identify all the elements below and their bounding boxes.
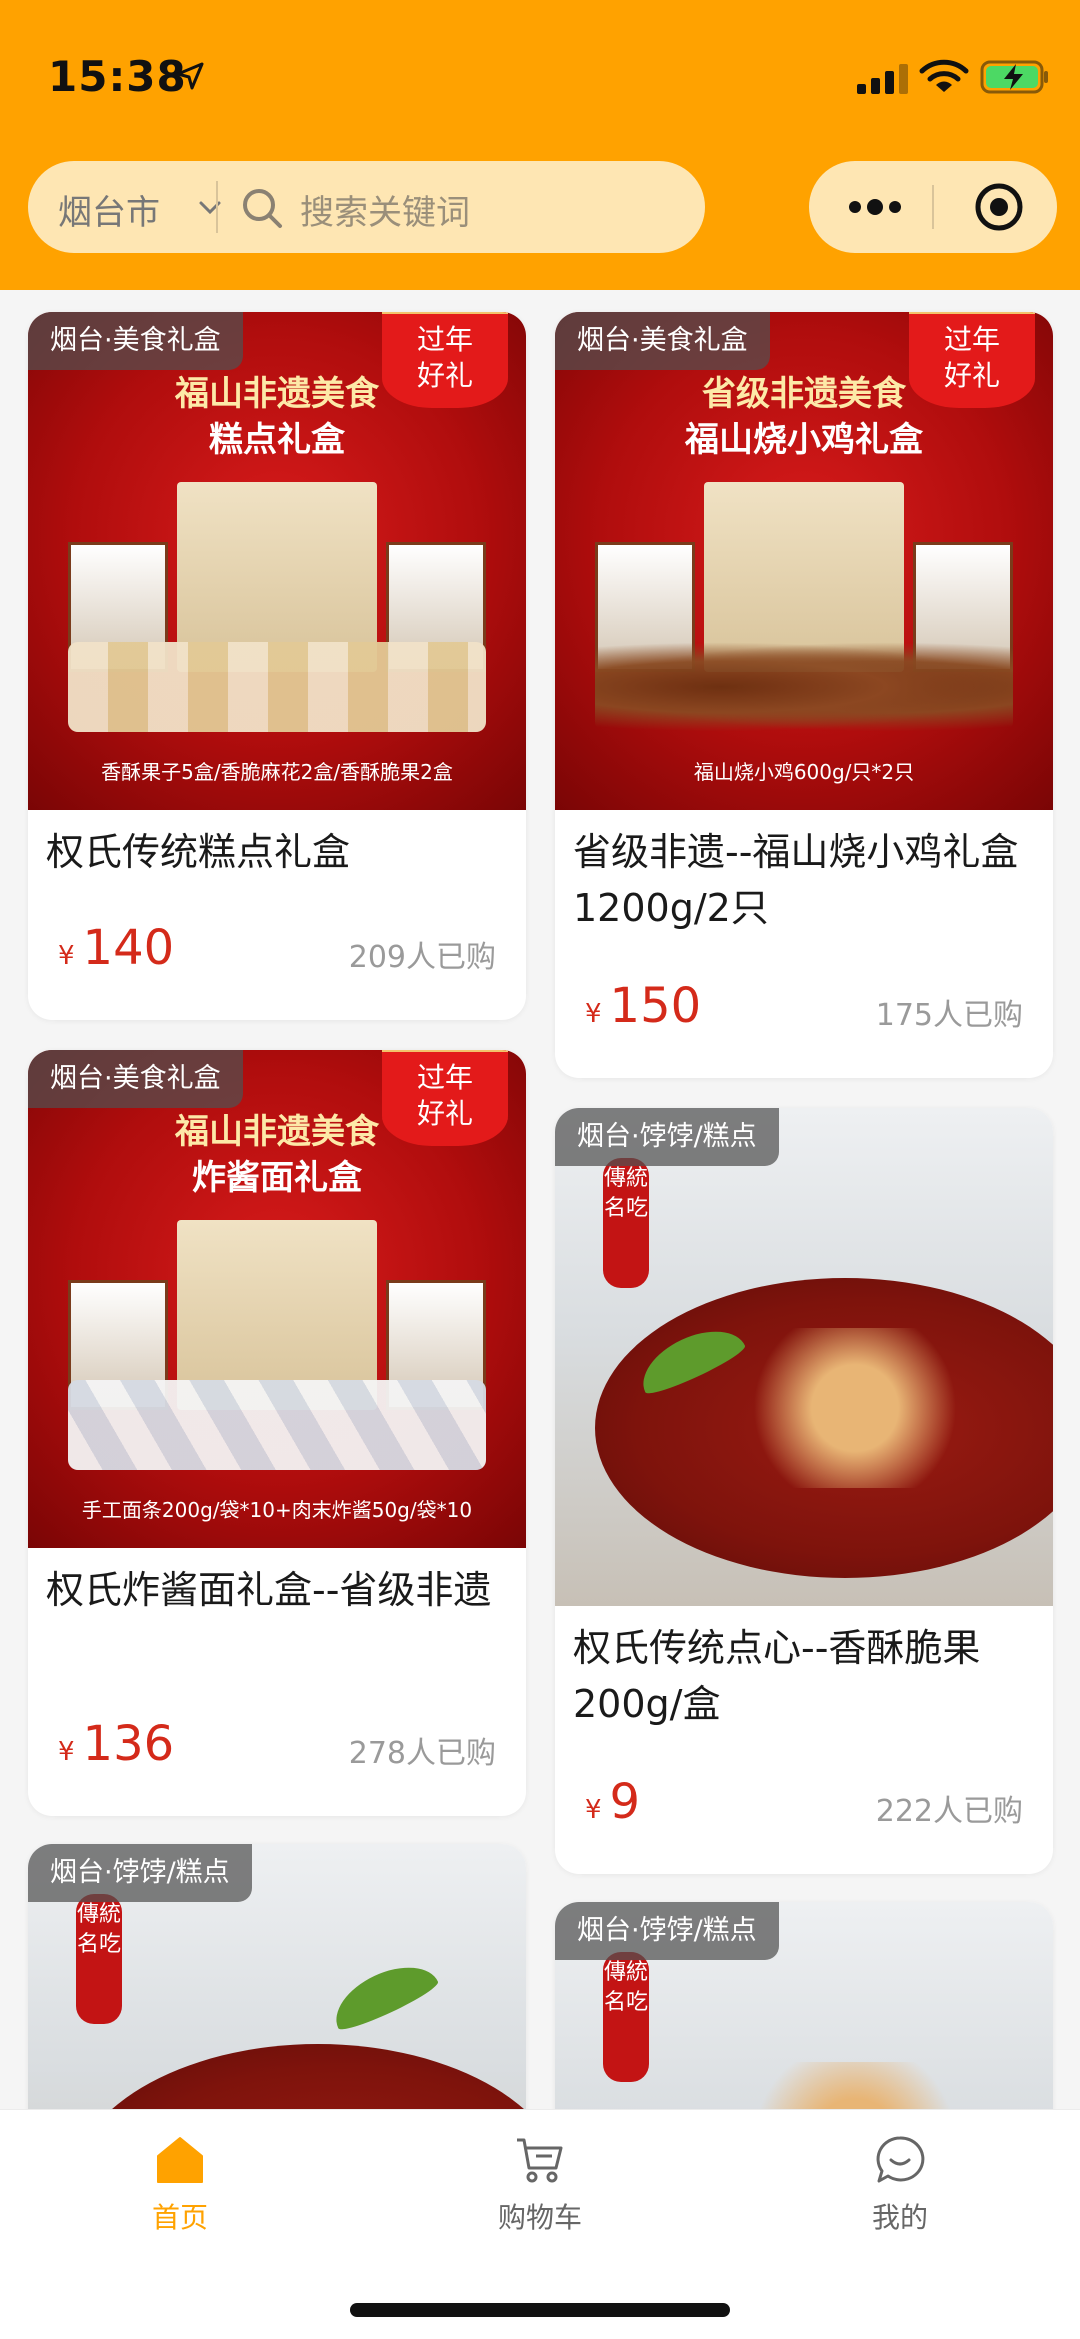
product-title[interactable]: 权氏传统糕点礼盒	[46, 824, 508, 880]
price-value: 9	[609, 1774, 641, 1830]
miniprogram-capsule	[809, 161, 1057, 253]
image-caption: 手工面条200g/袋*10+肉末炸酱50g/袋*10	[81, 1498, 473, 1522]
currency-symbol: ¥	[585, 999, 602, 1029]
home-indicator[interactable]	[350, 2303, 730, 2317]
category-tag: 烟台·饽饽/糕点	[28, 1844, 252, 1902]
app-page: 15:38 烟台市 搜索关键词 过年 好礼 福山非遗美食 糕点礼盒 香酥果子5盒…	[0, 0, 1080, 2339]
search-icon	[243, 189, 282, 228]
header: 15:38 烟台市 搜索关键词	[0, 0, 1080, 290]
sold-count: 222人已购	[875, 1794, 1023, 1829]
image-banner-line2: 福山烧小鸡礼盒	[685, 420, 923, 460]
image-banner-line1: 福山非遗美食	[175, 1112, 379, 1152]
noodle-packs-image	[68, 1380, 486, 1470]
category-tag: 烟台·美食礼盒	[555, 312, 770, 370]
product-card[interactable]: 傳統名吃 烟台·饽饽/糕点 权氏传统点心--香酥脆果200g/盒 ¥9 222人…	[555, 1108, 1053, 1874]
currency-symbol: ¥	[58, 941, 75, 971]
capsule-divider	[932, 185, 934, 229]
product-card[interactable]: 过年 好礼 福山非遗美食 糕点礼盒 香酥果子5盒/香脆麻花2盒/香酥脆果2盒 烟…	[28, 312, 526, 1020]
signal-icon	[857, 64, 908, 94]
status-bar: 15:38	[0, 0, 1080, 150]
pastry-image	[735, 1328, 975, 1488]
seal-stamp: 傳統名吃	[603, 1158, 649, 1288]
price: ¥136	[58, 1716, 174, 1772]
chevron-down-icon[interactable]	[198, 197, 222, 217]
tab-label: 我的	[871, 2201, 928, 2234]
category-tag: 烟台·美食礼盒	[28, 312, 243, 370]
image-banner-line1: 省级非遗美食	[702, 374, 906, 414]
sold-count: 209人已购	[348, 940, 496, 975]
price-value: 136	[82, 1716, 175, 1772]
image-caption: 香酥果子5盒/香脆麻花2盒/香酥脆果2盒	[101, 760, 453, 784]
sold-count: 278人已购	[348, 1736, 496, 1771]
chat-icon	[876, 2136, 925, 2183]
location-arrow-icon	[176, 62, 204, 90]
status-time: 15:38	[48, 52, 187, 101]
food-tray-image	[595, 642, 1013, 732]
sold-count: 175人已购	[875, 998, 1023, 1033]
home-icon	[157, 2137, 203, 2183]
category-tag: 烟台·饽饽/糕点	[555, 1902, 779, 1960]
price: ¥140	[58, 920, 174, 976]
seal-stamp: 傳統名吃	[76, 1894, 122, 2024]
tab-label: 购物车	[497, 2201, 582, 2234]
leaf-decoration	[324, 1952, 442, 2036]
close-target-icon[interactable]	[973, 181, 1025, 233]
search-bar[interactable]: 烟台市 搜索关键词	[28, 161, 705, 253]
category-tag: 烟台·美食礼盒	[28, 1050, 243, 1108]
battery-charging-icon	[980, 60, 1048, 94]
product-image[interactable]: 过年 好礼 福山非遗美食 糕点礼盒 香酥果子5盒/香脆麻花2盒/香酥脆果2盒 烟…	[28, 312, 526, 810]
product-title[interactable]: 省级非遗--福山烧小鸡礼盒1200g/2只	[573, 824, 1035, 936]
search-divider	[216, 181, 218, 233]
tab-cart[interactable]: 购物车	[450, 2134, 630, 2244]
price-value: 140	[82, 920, 175, 976]
more-icon[interactable]	[845, 197, 905, 217]
seal-stamp: 傳統名吃	[603, 1952, 649, 2082]
tab-mine[interactable]: 我的	[810, 2134, 990, 2244]
tab-home[interactable]: 首页	[90, 2134, 270, 2244]
currency-symbol: ¥	[585, 1795, 602, 1825]
product-title[interactable]: 权氏炸酱面礼盒--省级非遗	[46, 1562, 508, 1618]
image-banner-line1: 福山非遗美食	[175, 374, 379, 414]
product-card[interactable]: 过年 好礼 省级非遗美食 福山烧小鸡礼盒 福山烧小鸡600g/只*2只 烟台·美…	[555, 312, 1053, 1078]
cart-icon	[517, 2138, 563, 2183]
search-input[interactable]: 搜索关键词	[300, 185, 470, 234]
product-card[interactable]: 过年 好礼 福山非遗美食 炸酱面礼盒 手工面条200g/袋*10+肉末炸酱50g…	[28, 1050, 526, 1816]
product-title[interactable]: 权氏传统点心--香酥脆果200g/盒	[573, 1620, 1035, 1732]
product-image[interactable]: 傳統名吃 烟台·饽饽/糕点	[555, 1108, 1053, 1606]
price: ¥9	[585, 1774, 640, 1830]
image-banner-line2: 糕点礼盒	[209, 420, 345, 460]
product-image[interactable]: 过年 好礼 福山非遗美食 炸酱面礼盒 手工面条200g/袋*10+肉末炸酱50g…	[28, 1050, 526, 1548]
city-selector[interactable]: 烟台市	[58, 185, 160, 234]
price: ¥150	[585, 978, 701, 1034]
price-value: 150	[609, 978, 702, 1034]
image-banner-line2: 炸酱面礼盒	[192, 1158, 362, 1198]
tab-label: 首页	[151, 2201, 208, 2234]
wifi-icon	[919, 59, 969, 92]
category-tag: 烟台·饽饽/糕点	[555, 1108, 779, 1166]
image-caption: 福山烧小鸡600g/只*2只	[693, 760, 915, 784]
product-image[interactable]: 过年 好礼 省级非遗美食 福山烧小鸡礼盒 福山烧小鸡600g/只*2只 烟台·美…	[555, 312, 1053, 810]
food-tray-image	[68, 642, 486, 732]
currency-symbol: ¥	[58, 1737, 75, 1767]
